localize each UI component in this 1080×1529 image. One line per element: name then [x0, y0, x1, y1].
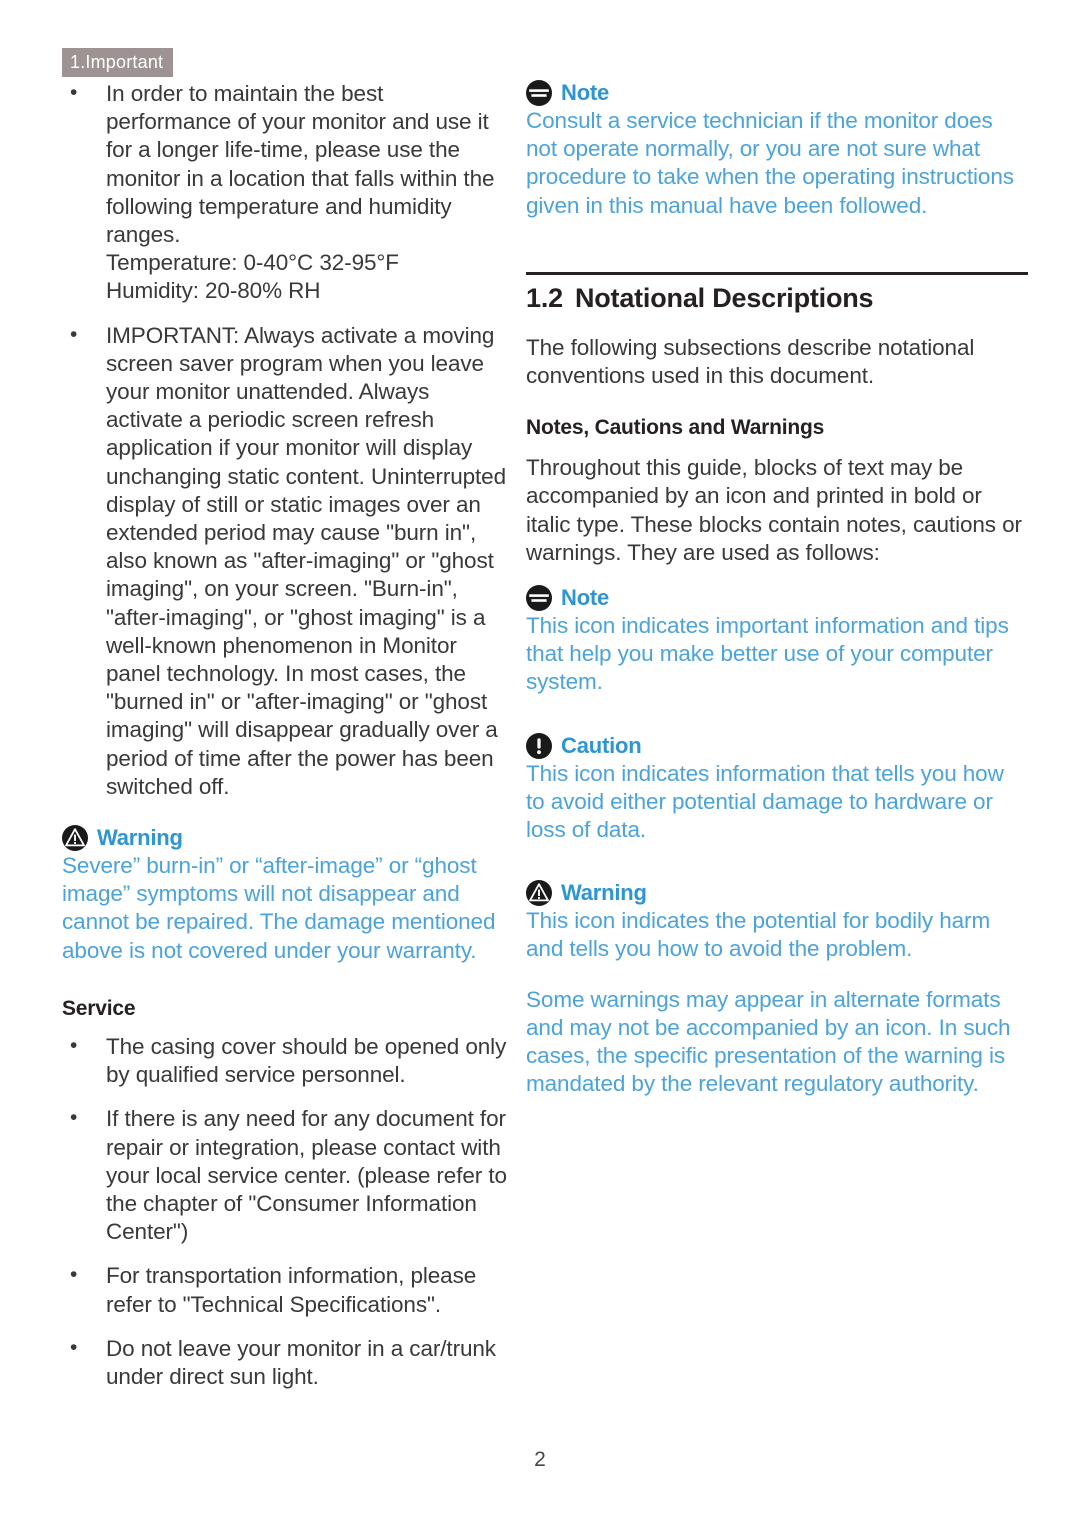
callout-header: Caution [526, 732, 1028, 759]
section-divider [526, 271, 1028, 275]
service-bullet-list: The casing cover should be opened only b… [62, 1032, 512, 1391]
callout-body: Severe” burn-in” or “after-image” or “gh… [62, 853, 496, 963]
document-page: 1.Important In order to maintain the bes… [0, 0, 1080, 1529]
important-bullet-list: In order to maintain the best performanc… [62, 79, 512, 801]
callout-body-secondary: Some warnings may appear in alternate fo… [526, 986, 1011, 1097]
bullet-text: In order to maintain the best performanc… [106, 81, 495, 248]
note-callout: Note This icon indicates important infor… [526, 585, 1028, 697]
callout-header: Warning [62, 825, 512, 852]
note-icon [526, 585, 552, 612]
section-intro: The following subsections describe notat… [526, 334, 975, 389]
callout-title: Note [561, 80, 610, 105]
page-title: 1.2 Notational Descriptions [526, 283, 1028, 314]
notes-cautions-warnings-heading: Notes, Cautions and Warnings [526, 416, 825, 440]
note-callout-top: Note Consult a service technician if the… [526, 80, 1028, 220]
warning-callout-left: Warning Severe” burn-in” or “after-image… [62, 825, 512, 965]
left-column: In order to maintain the best performanc… [0, 79, 520, 1407]
callout-body: This icon indicates the potential for bo… [526, 908, 991, 962]
list-item: For transportation information, please r… [62, 1261, 512, 1318]
note-icon [526, 80, 552, 106]
callout-body: Consult a service technician if the moni… [526, 108, 1014, 218]
callout-header: Note [526, 585, 1028, 612]
right-column: Note Consult a service technician if the… [520, 80, 1080, 1114]
section-number: 1.2 [526, 282, 563, 313]
two-column-layout: In order to maintain the best performanc… [0, 79, 1080, 1407]
warning-callout-right: Warning This icon indicates the potentia… [526, 880, 1028, 1098]
warning-triangle-icon [526, 880, 552, 907]
callout-title: Warning [561, 880, 647, 906]
sub-intro-text: Throughout this guide, blocks of text ma… [526, 455, 1022, 565]
callout-header: Note [526, 80, 1028, 106]
list-item: In order to maintain the best performanc… [62, 79, 512, 306]
warning-triangle-icon [62, 825, 88, 852]
temperature-spec: Temperature: 0-40°C 32-95°F [106, 250, 399, 276]
callout-header: Warning [526, 880, 1028, 907]
callout-title: Caution [561, 732, 642, 758]
section-title: Notational Descriptions [574, 282, 874, 313]
caution-callout: Caution This icon indicates information … [526, 732, 1028, 845]
humidity-spec: Humidity: 20-80% RH [106, 278, 321, 304]
caution-icon [526, 732, 552, 759]
callout-title: Warning [97, 825, 183, 851]
callout-title: Note [561, 585, 610, 611]
list-item: Do not leave your monitor in a car/trunk… [62, 1334, 512, 1391]
bullet-text: IMPORTANT: Always activate a moving scre… [106, 322, 507, 799]
chapter-badge: 1.Important [62, 48, 174, 77]
list-item: If there is any need for any document fo… [62, 1104, 512, 1246]
callout-body: This icon indicates important informatio… [526, 613, 1009, 695]
page-number: 2 [534, 1448, 546, 1471]
service-heading: Service [62, 996, 136, 1020]
callout-body: This icon indicates information that tel… [526, 760, 1004, 843]
list-item: IMPORTANT: Always activate a moving scre… [62, 321, 512, 801]
list-item: The casing cover should be opened only b… [62, 1032, 512, 1089]
